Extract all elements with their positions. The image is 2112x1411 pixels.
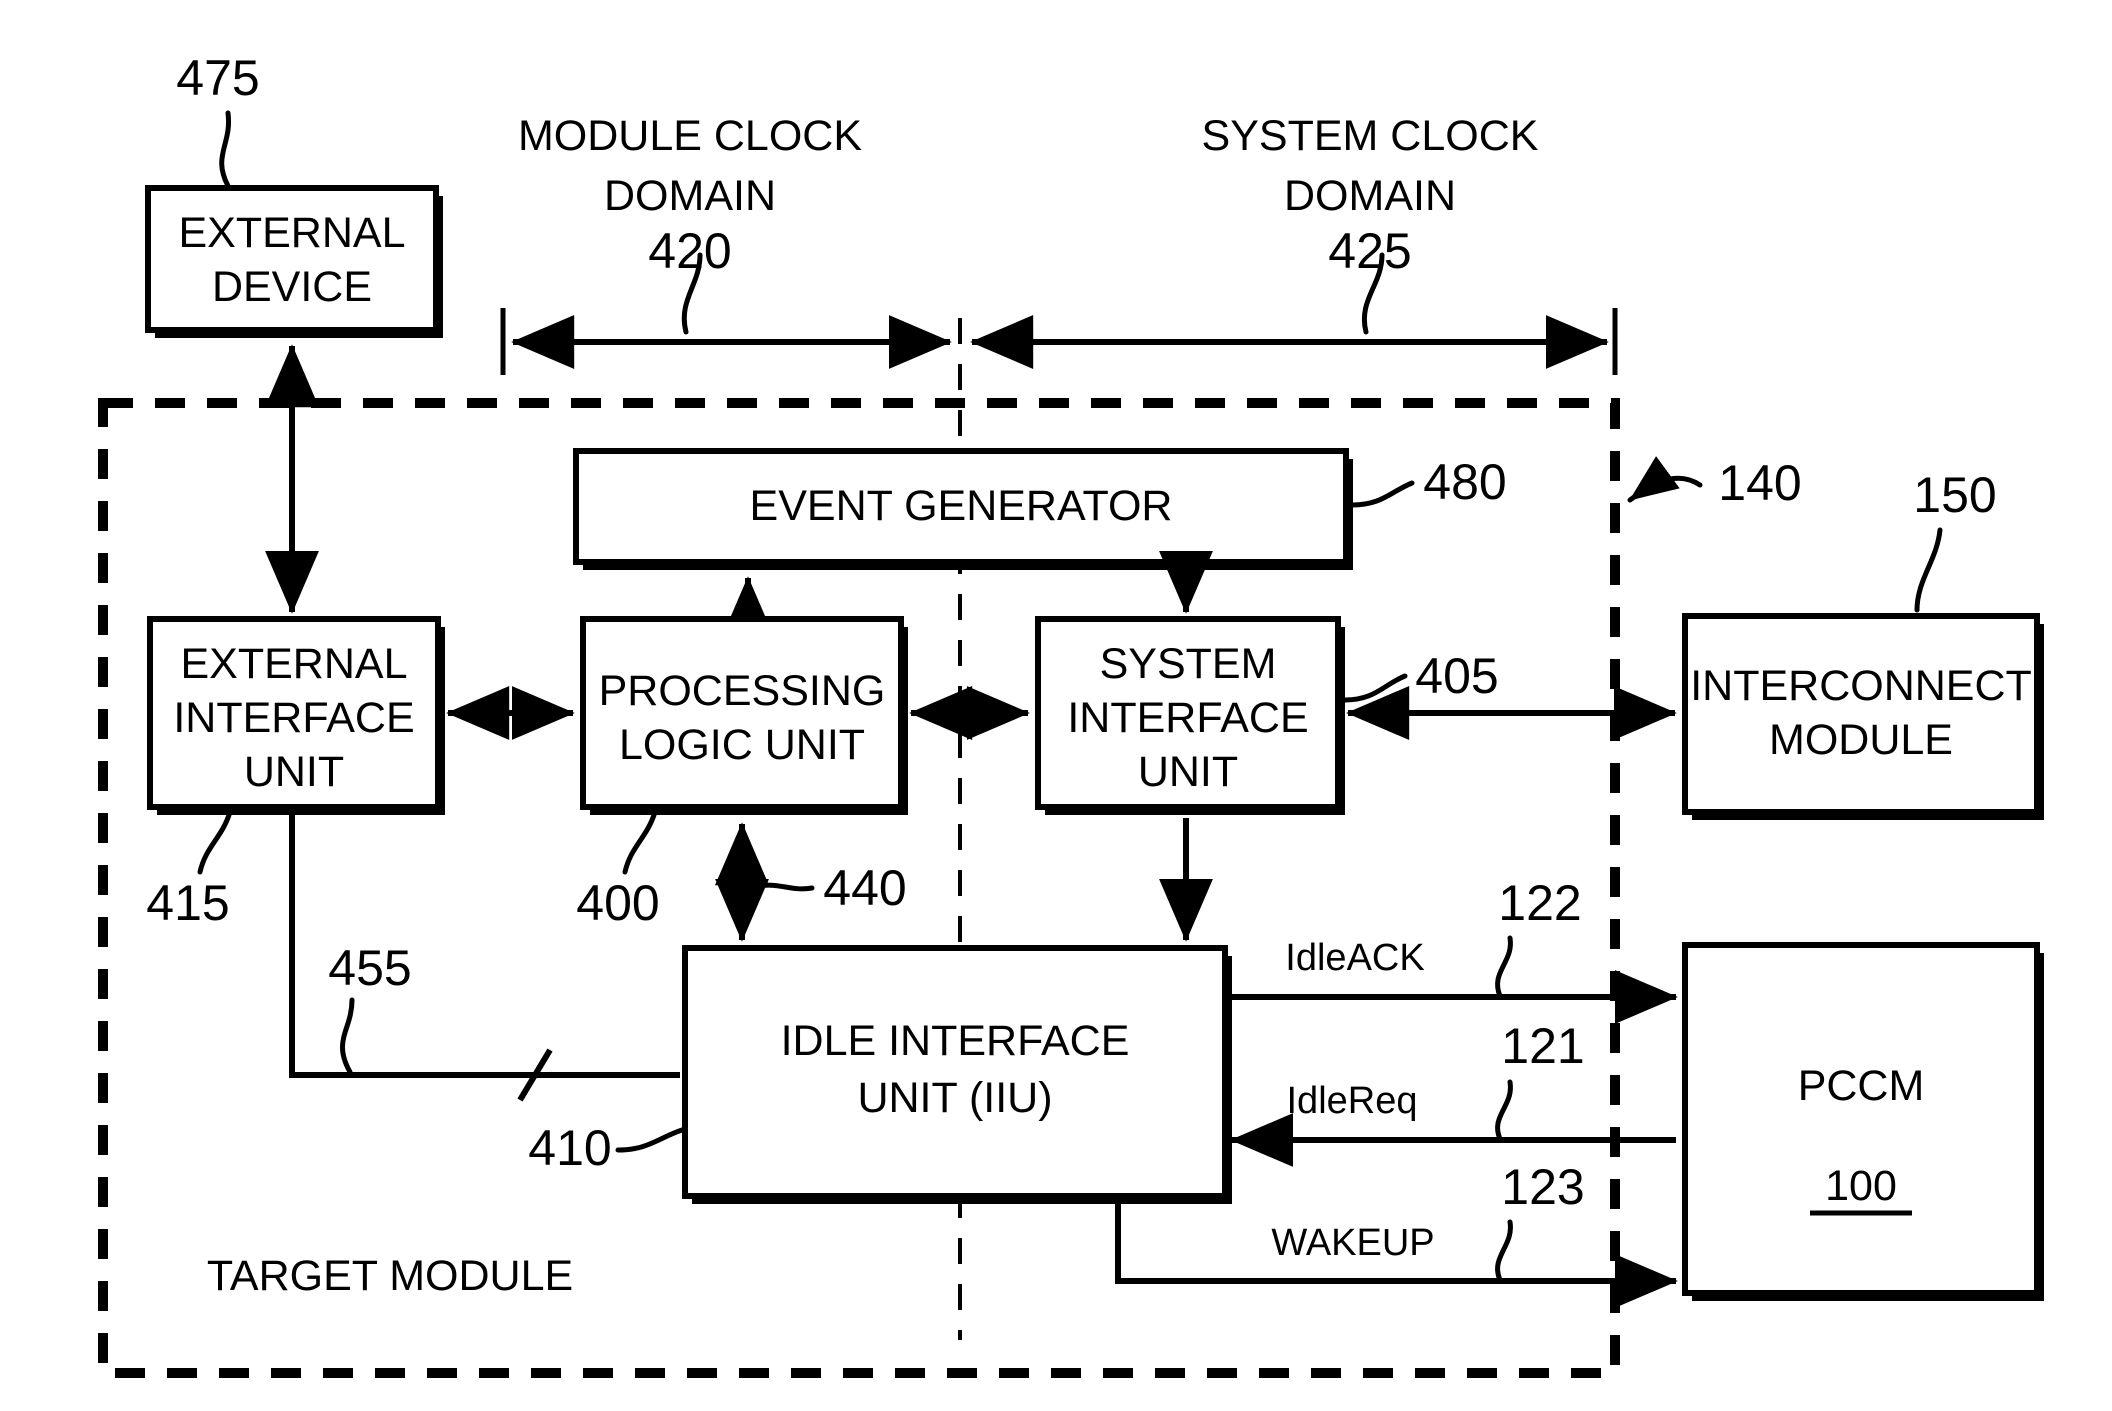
- eiu-label-line3: UNIT: [244, 748, 344, 796]
- reference-numeral-475: 475: [176, 50, 259, 106]
- siu-label-line2: INTERFACE: [1067, 694, 1308, 742]
- reference-numeral-415: 415: [146, 875, 229, 931]
- leader-line-415: [197, 809, 233, 875]
- reference-numeral-425: 425: [1328, 223, 1411, 279]
- reference-numeral-480: 480: [1423, 454, 1506, 510]
- reference-numeral-122: 122: [1498, 875, 1581, 931]
- reference-numeral-410: 410: [528, 1120, 611, 1176]
- plu-label-line2: LOGIC UNIT: [619, 721, 865, 769]
- pccm-label: PCCM: [1798, 1062, 1925, 1110]
- leader-line-455: [339, 997, 355, 1075]
- interconnect-module-box: [1682, 613, 2040, 815]
- reference-numeral-420: 420: [648, 223, 731, 279]
- reference-numeral-440: 440: [823, 860, 906, 916]
- siu-label-line3: UNIT: [1138, 748, 1238, 796]
- wakeup-signal-label: WAKEUP: [1271, 1222, 1434, 1264]
- reference-numeral-150: 150: [1913, 467, 1996, 523]
- reference-numeral-405: 405: [1415, 648, 1498, 704]
- leader-line-122: [1495, 935, 1513, 999]
- leader-line-410: [615, 1127, 685, 1153]
- eiu-label-line1: EXTERNAL: [180, 640, 407, 688]
- external-device-label-line1: EXTERNAL: [178, 209, 405, 257]
- system-clock-domain-label-line2: DOMAIN: [1284, 172, 1456, 220]
- idleack-signal-label: IdleACK: [1285, 937, 1424, 979]
- plu-label-line1: PROCESSING: [599, 667, 886, 715]
- external-device-label-line2: DEVICE: [212, 263, 372, 311]
- leader-line-405: [1342, 673, 1408, 703]
- siu-label-line1: SYSTEM: [1100, 640, 1277, 688]
- module-clock-domain-label-line1: MODULE CLOCK: [518, 112, 862, 160]
- leader-line-475: [219, 110, 232, 189]
- pccm-reference-numeral-100: 100: [1825, 1162, 1897, 1210]
- target-module-label: TARGET MODULE: [207, 1252, 573, 1300]
- leader-line-400: [622, 809, 658, 875]
- interconnect-module-label-line1: INTERCONNECT: [1690, 662, 2032, 710]
- system-clock-domain-label-line1: SYSTEM CLOCK: [1202, 112, 1539, 160]
- block-diagram-canvas: MODULE CLOCK DOMAIN 420 SYSTEM CLOCK DOM…: [98, 50, 2044, 1378]
- leader-line-150: [1914, 527, 1943, 613]
- iiu-label-line1: IDLE INTERFACE: [781, 1017, 1130, 1065]
- idle-interface-unit-box: [682, 945, 1228, 1199]
- leader-line-121: [1495, 1079, 1513, 1142]
- patent-figure: MODULE CLOCK DOMAIN 420 SYSTEM CLOCK DOM…: [0, 0, 2112, 1411]
- interconnect-module-label-line2: MODULE: [1769, 716, 1953, 764]
- leader-line-480: [1349, 480, 1415, 508]
- idlereq-signal-label: IdleReq: [1287, 1080, 1418, 1122]
- reference-numeral-400: 400: [576, 875, 659, 931]
- reference-numeral-121: 121: [1501, 1018, 1584, 1074]
- leader-line-440: [749, 882, 815, 892]
- event-generator-label: EVENT GENERATOR: [750, 482, 1173, 530]
- leader-line-123: [1495, 1219, 1513, 1283]
- reference-numeral-455: 455: [328, 940, 411, 996]
- leader-line-140: [1627, 456, 1703, 503]
- iiu-label-line2: UNIT (IIU): [857, 1074, 1052, 1122]
- pccm-box: [1682, 942, 2040, 1296]
- eiu-label-line2: INTERFACE: [173, 694, 414, 742]
- module-clock-domain-label-line2: DOMAIN: [604, 172, 776, 220]
- reference-numeral-140: 140: [1718, 455, 1801, 511]
- reference-numeral-123: 123: [1501, 1159, 1584, 1215]
